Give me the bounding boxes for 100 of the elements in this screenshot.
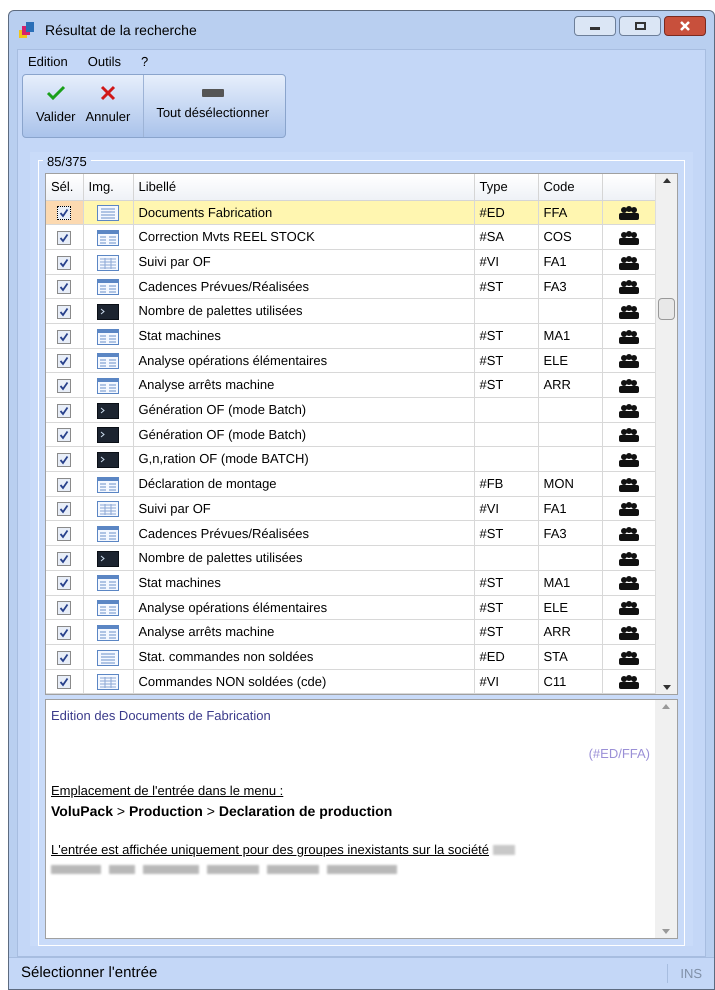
table-row[interactable]: Commandes NON soldées (cde) #VI C11	[46, 669, 655, 694]
type-code: #ST	[480, 377, 504, 392]
menu-item[interactable]: Edition	[28, 52, 68, 72]
table-row[interactable]: Analyse arrêts machine #ST ARR	[46, 372, 655, 398]
entry-code: FA1	[544, 500, 567, 516]
users-icon	[618, 404, 640, 418]
entry-label: Analyse opérations élémentaires	[138, 600, 328, 615]
checkbox[interactable]	[57, 256, 72, 270]
checkbox[interactable]	[57, 404, 72, 418]
table-row[interactable]: Nombre de palettes utilisées	[46, 298, 655, 324]
users-icon	[618, 453, 640, 468]
column-header[interactable]: Sél.	[46, 174, 83, 200]
entry-code: MA1	[544, 328, 570, 344]
entry-code: FA1	[544, 254, 567, 269]
table-row[interactable]: Génération OF (mode Batch)	[46, 422, 655, 447]
table-row[interactable]: Stat. commandes non soldées #ED STA	[46, 644, 655, 670]
checkbox[interactable]	[57, 280, 72, 294]
checkbox[interactable]	[57, 502, 72, 516]
checkbox[interactable]	[57, 527, 72, 542]
checkbox[interactable]	[57, 428, 72, 442]
minimize-icon	[590, 26, 600, 30]
entry-code: ELE	[544, 352, 568, 368]
scroll-down-icon[interactable]	[662, 685, 670, 690]
table-row[interactable]: Stat machines #ST MA1	[46, 570, 655, 595]
form-icon	[97, 230, 119, 246]
toolbar-button[interactable]: Tout désélectionner	[143, 75, 282, 137]
table-row[interactable]: Suivi par OF #VI FA1	[46, 496, 655, 521]
groups-label: L'entrée est affichée uniquement pour des groupes inexistants sur la société	[51, 840, 490, 859]
menu-path: VoluPack > Production > Declaration de production	[51, 802, 394, 821]
minimize-button[interactable]	[574, 16, 616, 36]
minus-icon	[202, 89, 224, 98]
table-row[interactable]: Déclaration de montage #FB MON	[46, 472, 655, 496]
toolbar-button[interactable]: Annuler	[80, 75, 136, 137]
close-icon	[680, 21, 690, 31]
table-row[interactable]: Génération OF (mode Batch)	[46, 398, 655, 422]
grid-icon	[97, 254, 119, 271]
users-icon	[618, 304, 640, 319]
table-row[interactable]: Analyse opérations élémentaires #ST ELE	[46, 595, 655, 620]
type-code: #ED	[480, 204, 505, 220]
users-icon	[618, 552, 640, 566]
grid-icon	[97, 674, 119, 690]
column-header[interactable]: Type	[474, 174, 538, 200]
column-header[interactable]: Img.	[83, 174, 133, 200]
form-icon	[97, 476, 119, 493]
entry-label: Génération OF (mode Batch)	[138, 402, 306, 418]
table-row[interactable]: Correction Mvts REEL STOCK #SA COS	[46, 224, 655, 250]
form-icon	[97, 279, 119, 296]
table-row[interactable]: Nombre de palettes utilisées	[46, 546, 655, 570]
form-icon	[97, 624, 119, 641]
checkbox[interactable]	[57, 601, 72, 616]
scroll-up-icon[interactable]	[662, 178, 670, 183]
checkbox[interactable]	[57, 230, 72, 245]
checkbox[interactable]	[57, 478, 72, 492]
checkbox[interactable]	[57, 650, 72, 665]
redacted-text	[493, 844, 516, 854]
checkbox[interactable]	[57, 453, 72, 468]
entry-code: ARR	[544, 377, 571, 392]
entry-label: Commandes NON soldées (cde)	[138, 674, 326, 689]
entry-label: Suivi par OF	[138, 500, 211, 516]
checkbox[interactable]	[57, 330, 72, 344]
entry-label: Génération OF (mode Batch)	[138, 426, 306, 442]
table-row[interactable]: Stat machines #ST MA1	[46, 323, 655, 348]
checkbox[interactable]	[57, 675, 72, 690]
status-message: Sélectionner l'entrée	[20, 963, 158, 984]
toolbar-button[interactable]: Valider	[31, 75, 81, 137]
users-icon	[618, 502, 640, 516]
scrollbar[interactable]	[655, 174, 677, 694]
table-row[interactable]: Analyse opérations élémentaires #ST ELE	[46, 348, 655, 373]
maximize-button[interactable]	[619, 16, 661, 36]
checkbox[interactable]	[57, 552, 72, 566]
grid-icon	[97, 501, 119, 518]
table-row[interactable]: Analyse arrêts machine #ST ARR	[46, 620, 655, 644]
table-row[interactable]: Cadences Prévues/Réalisées #ST FA3	[46, 520, 655, 546]
list-icon	[97, 650, 119, 666]
menu-item[interactable]: ?	[140, 52, 148, 72]
menu-item[interactable]: Outils	[88, 52, 121, 72]
checkbox[interactable]	[57, 576, 72, 590]
column-header[interactable]: Libellé	[133, 174, 474, 200]
console-icon	[97, 452, 119, 468]
reference-code: (#ED/FFA)	[588, 744, 650, 763]
entry-code: FFA	[544, 204, 568, 220]
checkbox[interactable]	[57, 354, 72, 368]
type-code: #ST	[480, 574, 504, 590]
type-code: #ST	[480, 526, 504, 541]
close-button[interactable]	[664, 16, 706, 36]
table-row[interactable]: Cadences Prévues/Réalisées #ST FA3	[46, 274, 655, 299]
type-code: #FB	[480, 476, 504, 492]
checkbox[interactable]	[57, 626, 72, 640]
users-icon	[618, 675, 640, 690]
table-row[interactable]: Suivi par OF #VI FA1	[46, 249, 655, 274]
column-header[interactable]: Code	[538, 174, 602, 200]
checkbox[interactable]	[57, 304, 72, 319]
table-row[interactable]: G,n,ration OF (mode BATCH)	[46, 446, 655, 472]
form-icon	[97, 378, 119, 394]
scroll-thumb[interactable]	[658, 298, 675, 320]
description-title: Edition des Documents de Fabrication	[51, 707, 272, 726]
checkbox[interactable]	[57, 378, 72, 393]
checkbox[interactable]	[57, 206, 72, 220]
users-icon	[618, 354, 640, 368]
table-row[interactable]: Documents Fabrication #ED FFA	[46, 200, 655, 225]
